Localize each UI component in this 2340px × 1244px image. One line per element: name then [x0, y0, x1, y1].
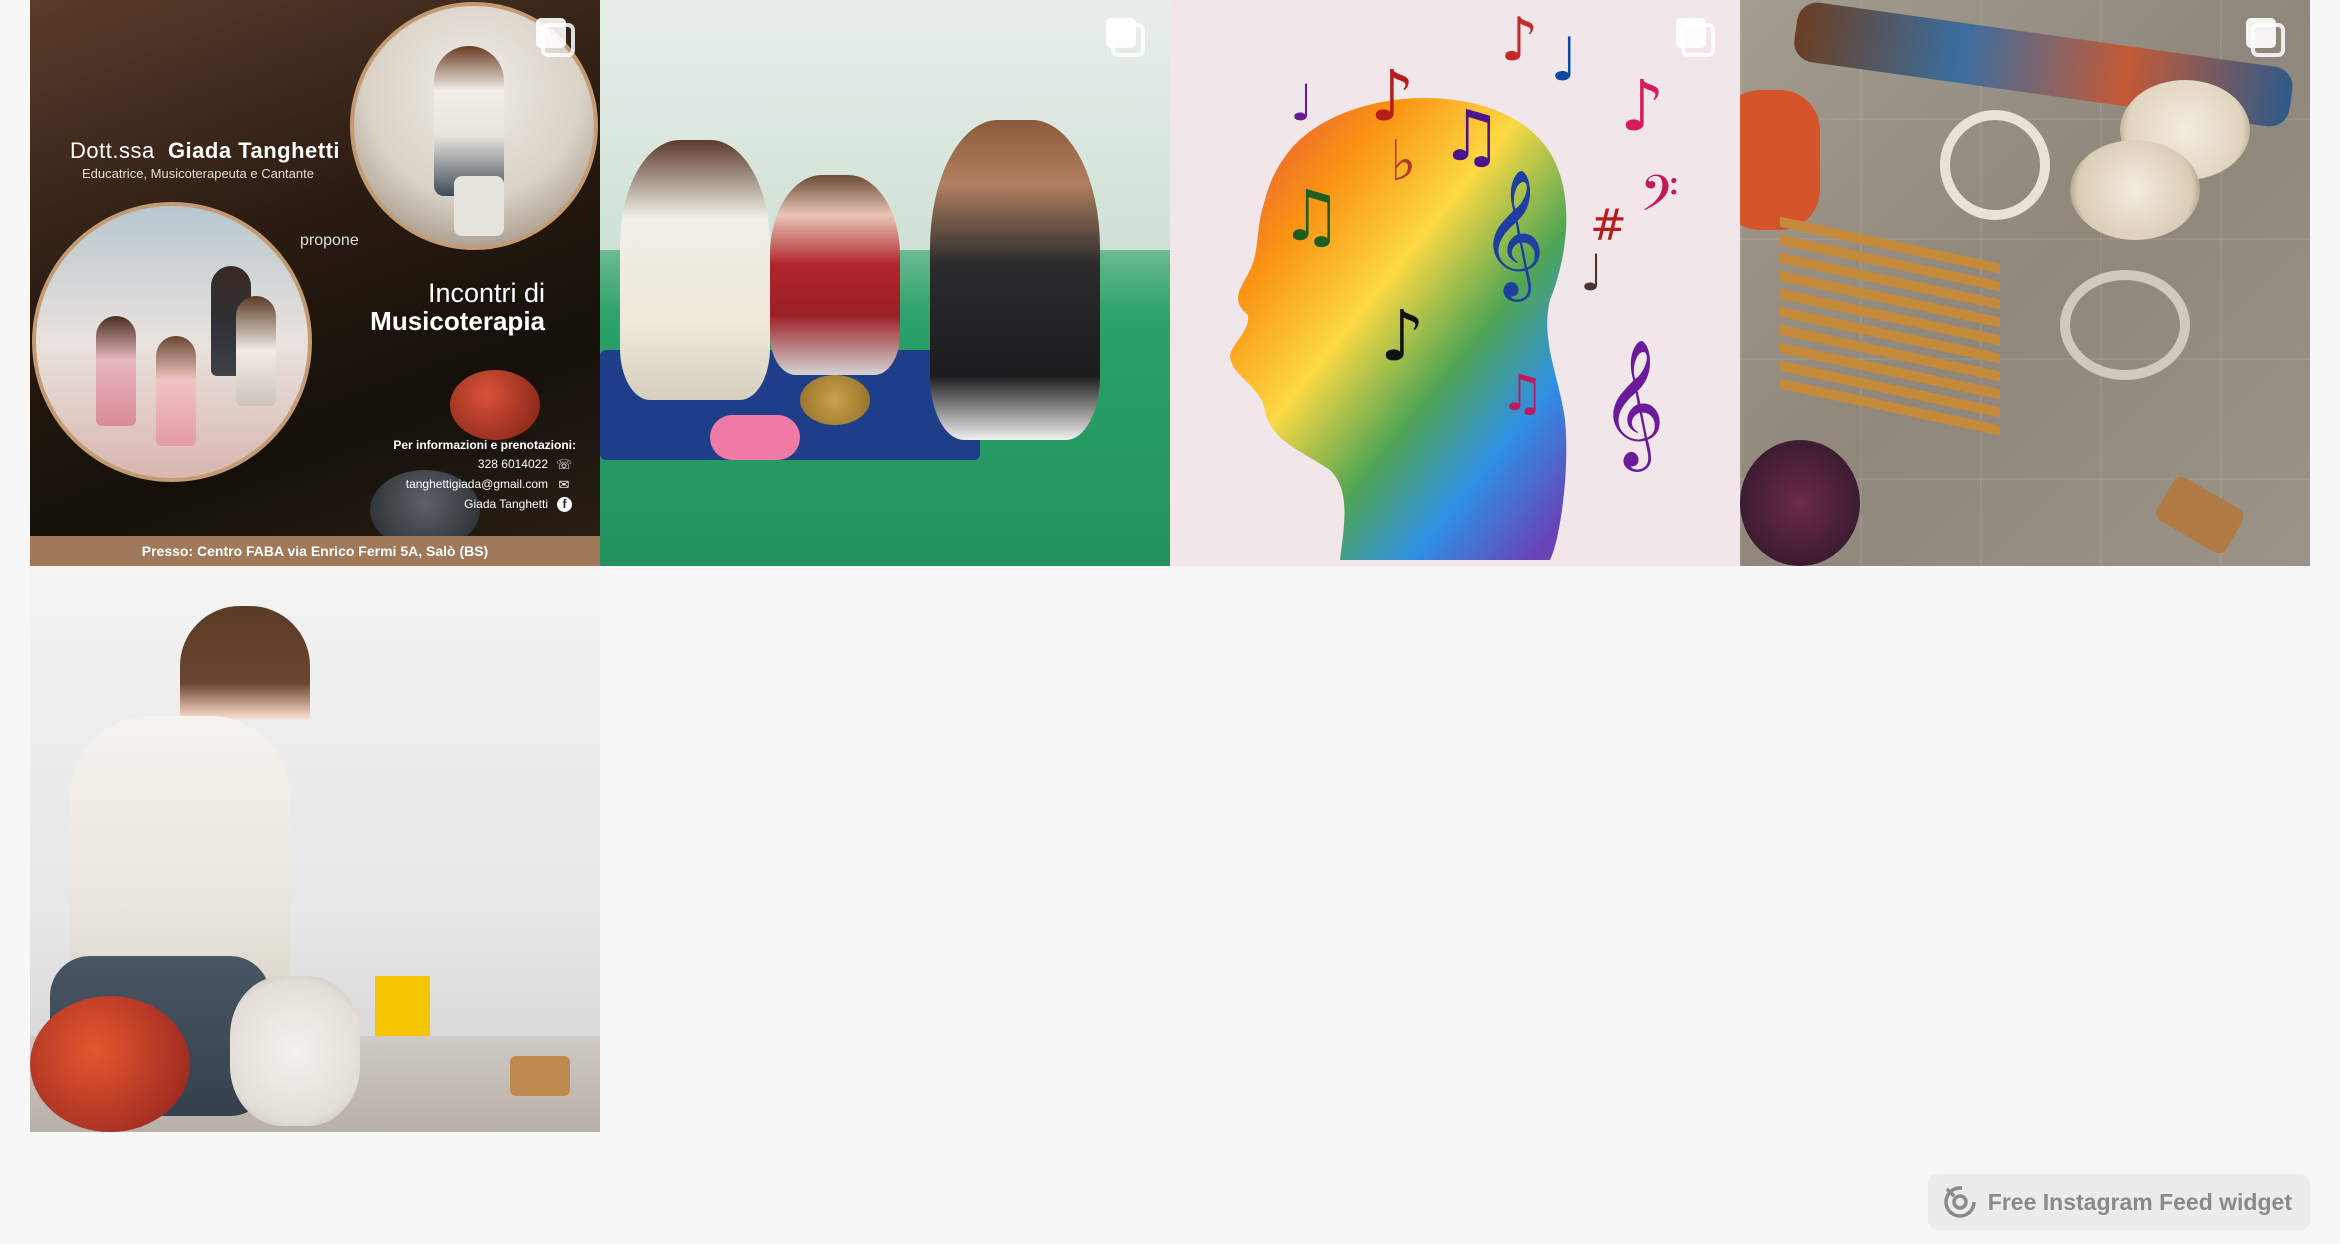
photo-wood-instrument	[510, 1056, 570, 1096]
feed-post-children-playing[interactable]	[600, 0, 1170, 566]
carousel-icon	[2246, 18, 2285, 57]
photo-purple-drum	[1740, 440, 1860, 566]
facebook-icon: f	[557, 497, 572, 512]
svg-text:♫: ♫	[1440, 95, 1503, 177]
photo-frame-drum	[2070, 140, 2200, 240]
svg-text:♪: ♪	[1370, 55, 1415, 137]
poster-subtitle: Educatrice, Musicoterapeuta e Cantante	[82, 166, 314, 181]
photo-tambourine	[1940, 110, 2050, 220]
feed-post-music-head-illustration[interactable]: ♪ ♫ 𝄞 ♪ 𝄞 ♫ ♪ ♩ ♪ ♩ 𝄢 # ♫ ♭ ♩	[1170, 0, 1740, 566]
svg-text:♪: ♪	[1500, 5, 1538, 75]
widget-badge-label: Free Instagram Feed widget	[1987, 1188, 2292, 1215]
carousel-icon	[536, 18, 575, 57]
poster-drum-ball	[450, 370, 540, 440]
photo-yellow-box	[375, 976, 430, 1036]
poster-class-photo-circle	[32, 202, 312, 482]
poster-info-heading: Per informazioni e prenotazioni:	[393, 438, 576, 452]
svg-text:♪: ♪	[1380, 295, 1425, 377]
mail-icon: ✉	[558, 477, 570, 492]
feed-post-poster[interactable]: Dott.ssa Giada Tanghetti Educatrice, Mus…	[30, 0, 600, 566]
photo-jingle-ring	[2060, 270, 2190, 380]
svg-text:♪: ♪	[1620, 65, 1665, 147]
poster-footer: Presso: Centro FABA via Enrico Fermi 5A,…	[30, 536, 600, 566]
svg-text:𝄞: 𝄞	[1600, 338, 1665, 472]
feed-post-instruments[interactable]	[1740, 0, 2310, 566]
svg-text:♫: ♫	[1280, 175, 1343, 257]
svg-text:♩: ♩	[1550, 25, 1578, 95]
photo-child-middle	[770, 175, 900, 375]
carousel-icon	[1676, 18, 1715, 57]
svg-text:♫: ♫	[1500, 364, 1545, 422]
carousel-icon	[1106, 18, 1145, 57]
poster-facebook: Giada Tanghetti	[464, 497, 548, 511]
photo-pink-shoe	[710, 415, 800, 460]
poster-title-line1: Incontri di	[427, 278, 545, 308]
photo-child-left	[620, 140, 770, 400]
poster-portrait-person	[434, 46, 504, 196]
free-instagram-widget-badge[interactable]: Free Instagram Feed widget	[1927, 1174, 2310, 1230]
svg-text:♩: ♩	[1290, 74, 1314, 132]
feed-row-1: Dott.ssa Giada Tanghetti Educatrice, Mus…	[30, 0, 2310, 566]
instagram-feed-grid: Dott.ssa Giada Tanghetti Educatrice, Mus…	[30, 0, 2310, 1132]
feed-row-2	[30, 566, 2310, 1132]
photo-white-drum	[230, 976, 360, 1126]
phone-icon: ☏	[556, 457, 573, 472]
photo-red-drum	[30, 996, 190, 1132]
photo-tongue-drum	[800, 375, 870, 425]
poster-email: tanghettigiada@gmail.com	[405, 477, 548, 491]
poster-propone: propone	[300, 232, 359, 249]
poster-kid	[96, 316, 136, 426]
feed-post-woman-drum[interactable]	[30, 566, 600, 1132]
poster-phone: 328 6014022	[477, 457, 548, 471]
svg-text:♭: ♭	[1390, 129, 1416, 194]
poster-name: Dott.ssa Giada Tanghetti	[70, 138, 341, 163]
elfsight-logo-icon	[1944, 1186, 1976, 1218]
poster-kid	[156, 336, 196, 446]
svg-text:𝄞: 𝄞	[1480, 168, 1545, 302]
poster-title-line2: Musicoterapia	[370, 306, 545, 336]
photo-orange-drum	[1740, 90, 1820, 230]
photo-child-right	[930, 120, 1100, 440]
poster-kid	[236, 296, 276, 406]
svg-text:𝄢: 𝄢	[1640, 165, 1679, 235]
poster-portrait-drum	[454, 176, 504, 236]
svg-text:♩: ♩	[1580, 244, 1604, 302]
music-head-illustration: ♪ ♫ 𝄞 ♪ 𝄞 ♫ ♪ ♩ ♪ ♩ 𝄢 # ♫ ♭ ♩	[1230, 5, 1679, 561]
